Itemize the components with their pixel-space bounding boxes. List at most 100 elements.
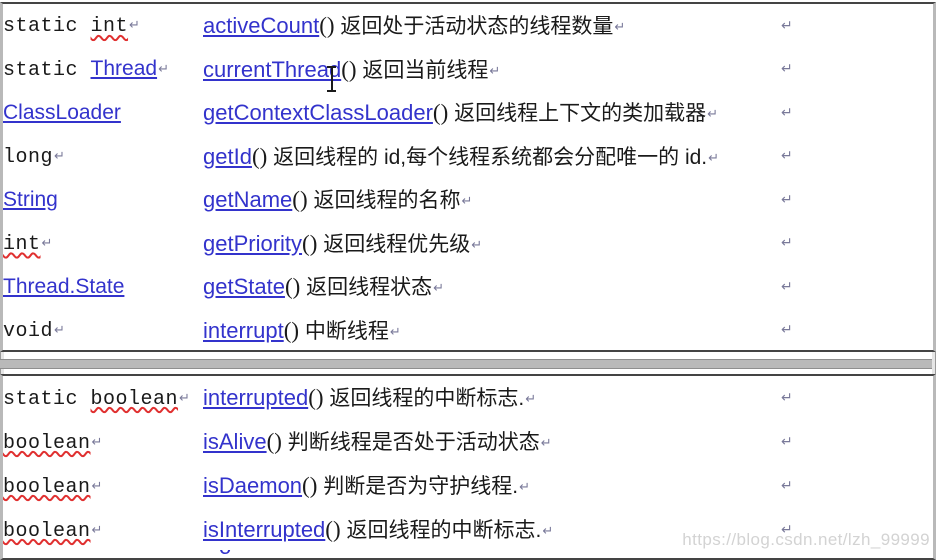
table-row[interactable]: Thread.State getState() 返回线程状态↵ ↵ <box>3 265 933 309</box>
table-row[interactable]: long↵ getId() 返回线程的 id,每个线程系统都会分配唯一的 id.↵… <box>3 135 933 179</box>
return-type-cell: boolean↵ <box>3 464 203 508</box>
table-row[interactable]: static Thread↵ currentThread() 返回当前线程↵ ↵ <box>3 48 933 92</box>
return-type-name: boolean <box>3 431 91 455</box>
pilcrow-icon: ↵ <box>433 281 445 297</box>
return-type-cell: static Thread↵ <box>3 48 203 92</box>
pilcrow-icon: ↵ <box>158 61 169 77</box>
method-signature-cell: getPriority() 返回线程优先级↵ <box>203 222 781 266</box>
page-break-right-edge <box>932 352 936 374</box>
pilcrow-icon: ↵ <box>781 61 793 78</box>
method-signature-cell: getId() 返回线程的 id,每个线程系统都会分配唯一的 id.↵ <box>203 135 781 179</box>
return-type-name: boolean <box>3 475 91 499</box>
return-type-name: void <box>3 319 54 343</box>
table-body-page-2: static boolean↵ interrupted() 返回线程的中断标志.↵… <box>3 376 933 552</box>
pilcrow-icon: ↵ <box>54 148 65 164</box>
pilcrow-icon: ↵ <box>707 107 718 123</box>
pilcrow-icon: ↵ <box>489 63 501 79</box>
return-type-cell: Thread.State <box>3 265 203 309</box>
method-name-link[interactable]: interrupted <box>203 385 308 410</box>
pilcrow-icon: ↵ <box>91 522 103 538</box>
return-type-link[interactable]: String <box>3 188 58 211</box>
pilcrow-icon: ↵ <box>54 322 65 338</box>
method-description: 返回线程的中断标志. <box>346 519 542 543</box>
return-type-cell: boolean↵ <box>3 508 203 552</box>
document-viewport[interactable]: static int↵ activeCount() 返回处于活动状态的线程数量↵ ↵… <box>0 0 936 560</box>
method-name-link[interactable]: activeCount <box>203 13 319 38</box>
method-signature-cell: interrupted() 返回线程的中断标志.↵ <box>203 376 781 420</box>
method-description: 返回线程上下文的类加载器 <box>454 102 707 126</box>
method-parentheses: () <box>266 429 282 455</box>
method-name-link[interactable]: getName <box>203 187 292 212</box>
method-parentheses: () <box>292 187 308 213</box>
method-parentheses: () <box>251 143 268 169</box>
paragraph-mark-cell: ↵ <box>781 135 933 179</box>
table-row[interactable]: int↵ getPriority() 返回线程优先级↵ ↵ <box>3 222 933 266</box>
document-page-1[interactable]: static int↵ activeCount() 返回处于活动状态的线程数量↵ ↵… <box>0 2 936 352</box>
return-type-link[interactable]: ClassLoader <box>3 101 121 124</box>
pilcrow-icon: ↵ <box>91 434 103 450</box>
method-signature-cell: getName() 返回线程的名称↵ <box>203 178 781 222</box>
clipped-glyph: o <box>219 550 231 558</box>
method-signature-cell: getContextClassLoader() 返回线程上下文的类加载器↵ <box>203 91 781 135</box>
page-break-bar <box>0 359 936 369</box>
method-signature-cell: currentThread() 返回当前线程↵ <box>203 48 781 92</box>
method-parentheses: () <box>284 274 301 300</box>
method-parentheses: () <box>319 13 335 39</box>
type-modifier: static <box>3 387 91 411</box>
table-row[interactable]: String getName() 返回线程的名称↵ ↵ <box>3 178 933 222</box>
method-name-link[interactable]: isAlive <box>203 429 267 454</box>
return-type-link[interactable]: Thread <box>91 57 158 80</box>
pilcrow-icon: ↵ <box>525 392 537 408</box>
method-signature-cell: interrupt() 中断线程↵ <box>203 309 781 353</box>
method-description: 返回当前线程 <box>362 58 489 82</box>
paragraph-mark-cell: ↵ <box>781 91 933 135</box>
return-type-cell: void↵ <box>3 309 203 353</box>
return-type-cell: boolean↵ <box>3 420 203 464</box>
table-row[interactable]: void↵ interrupt() 中断线程↵ ↵ <box>3 309 933 353</box>
document-page-2[interactable]: static boolean↵ interrupted() 返回线程的中断标志.↵… <box>0 374 936 560</box>
method-name-link[interactable]: getState <box>203 274 285 299</box>
method-parentheses: () <box>283 317 300 343</box>
table-row[interactable]: boolean↵ isDaemon() 判断是否为守护线程.↵ ↵ <box>3 464 933 508</box>
thread-method-table-page-1: static int↵ activeCount() 返回处于活动状态的线程数量↵ ↵… <box>3 4 933 352</box>
type-modifier: static <box>3 15 91 39</box>
clipped-next-row: o <box>3 550 936 558</box>
pilcrow-icon: ↵ <box>614 20 626 36</box>
return-type-name: int <box>3 232 41 256</box>
pilcrow-icon: ↵ <box>471 237 483 253</box>
method-description: 返回线程的中断标志. <box>329 387 525 411</box>
pilcrow-icon: ↵ <box>542 524 554 540</box>
method-description: 返回线程的名称 <box>313 189 461 213</box>
table-row[interactable]: ClassLoader getContextClassLoader() 返回线程上… <box>3 91 933 135</box>
method-name-link[interactable]: isInterrupted <box>203 517 325 542</box>
table-row[interactable]: static int↵ activeCount() 返回处于活动状态的线程数量↵ ↵ <box>3 4 933 48</box>
pilcrow-icon: ↵ <box>129 18 140 34</box>
method-name-link[interactable]: currentThread <box>203 57 341 82</box>
paragraph-mark-cell: ↵ <box>781 309 933 353</box>
method-name-link[interactable]: interrupt <box>203 318 284 343</box>
paragraph-mark-cell: ↵ <box>781 464 933 508</box>
type-modifier: static <box>3 58 91 82</box>
table-row[interactable]: boolean↵ isAlive() 判断线程是否处于活动状态 ↵ ↵ <box>3 420 933 464</box>
return-type-link[interactable]: Thread.State <box>3 275 124 298</box>
method-name-link[interactable]: isDaemon <box>203 473 302 498</box>
return-type-name: long <box>3 145 54 169</box>
pilcrow-icon: ↵ <box>179 390 190 406</box>
method-name-link[interactable]: getContextClassLoader <box>203 100 433 125</box>
return-type-cell: long↵ <box>3 135 203 179</box>
pilcrow-icon: ↵ <box>461 194 473 210</box>
table-body-page-1: static int↵ activeCount() 返回处于活动状态的线程数量↵ ↵… <box>3 4 933 352</box>
table-row[interactable]: boolean↵ isInterrupted() 返回线程的中断标志.↵ ↵ <box>3 508 933 552</box>
method-signature-cell: activeCount() 返回处于活动状态的线程数量↵ <box>203 4 781 48</box>
table-row[interactable]: static boolean↵ interrupted() 返回线程的中断标志.↵… <box>3 376 933 420</box>
method-name-link[interactable]: getId <box>203 144 252 169</box>
pilcrow-icon: ↵ <box>781 104 793 121</box>
pilcrow-icon: ↵ <box>781 434 793 450</box>
method-parentheses: () <box>308 385 324 411</box>
return-type-cell: static boolean↵ <box>3 376 203 420</box>
method-parentheses: () <box>341 56 357 82</box>
method-name-link[interactable]: getPriority <box>203 231 302 256</box>
method-description: 判断线程是否处于活动状态 <box>287 431 540 455</box>
return-type-cell: ClassLoader <box>3 91 203 135</box>
paragraph-mark-cell: ↵ <box>781 48 933 92</box>
